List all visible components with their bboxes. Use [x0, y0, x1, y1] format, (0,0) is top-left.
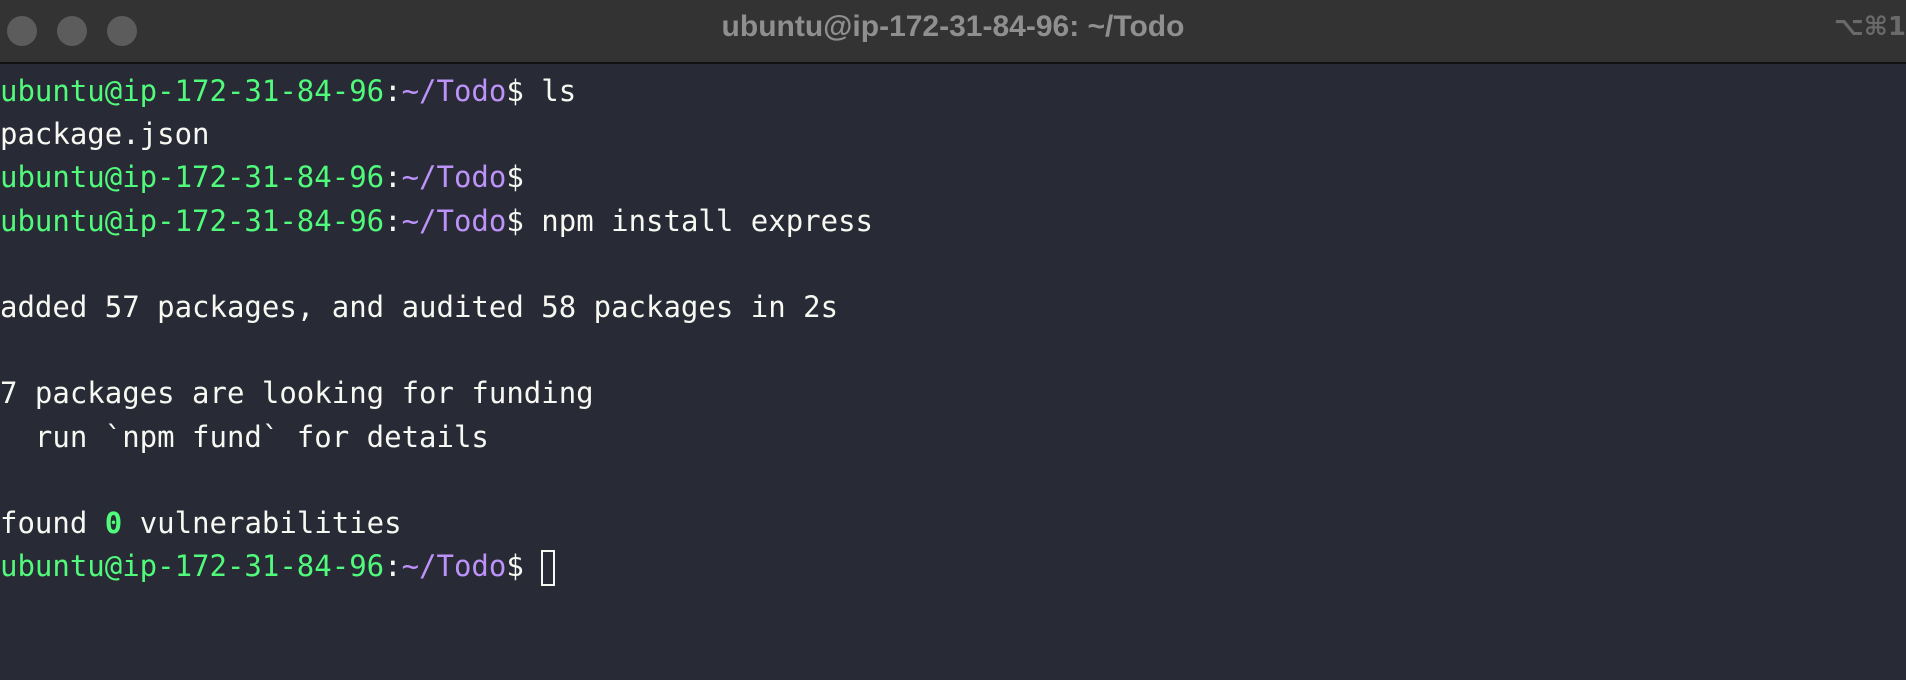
- window-title: ubuntu@ip-172-31-84-96: ~/Todo: [721, 10, 1185, 43]
- prompt-separator: :: [384, 203, 402, 238]
- terminal-line: ubuntu@ip-172-31-84-96:~/Todo$: [0, 545, 1906, 588]
- prompt-symbol: $: [506, 549, 524, 584]
- prompt-separator: :: [384, 549, 402, 584]
- command-text: ls: [523, 74, 577, 108]
- terminal-line: 7 packages are looking for funding: [0, 372, 1906, 415]
- terminal-line: found 0 vulnerabilities: [0, 502, 1906, 545]
- vulnerability-count: 0: [104, 505, 123, 540]
- prompt-separator: :: [384, 74, 402, 108]
- terminal-line: added 57 packages, and audited 58 packag…: [0, 286, 1906, 329]
- prompt-user: ubuntu@ip-172-31-84-96: [0, 549, 385, 584]
- command-text: [524, 549, 541, 583]
- window-shortcut-label: ⌥⌘1: [1833, 12, 1906, 42]
- prompt-user: ubuntu@ip-172-31-84-96: [0, 203, 385, 238]
- prompt-symbol: $: [506, 203, 524, 238]
- prompt-path: ~/Todo: [401, 203, 507, 238]
- command-text: npm install express: [523, 203, 874, 238]
- prompt-symbol: $: [506, 160, 524, 195]
- prompt-path: ~/Todo: [401, 74, 507, 108]
- output-text: found: [0, 505, 105, 540]
- prompt-path: ~/Todo: [401, 160, 507, 195]
- output-text: run `npm fund` for details: [0, 419, 489, 454]
- terminal-line: run `npm fund` for details: [0, 416, 1906, 459]
- output-text: added 57 packages, and audited 58 packag…: [0, 289, 839, 324]
- terminal-line: ubuntu@ip-172-31-84-96:~/Todo$ ls: [0, 70, 1906, 113]
- terminal-line: package.json: [0, 113, 1906, 156]
- terminal-cursor: [541, 550, 556, 587]
- terminal-line: ubuntu@ip-172-31-84-96:~/Todo$: [0, 156, 1906, 199]
- prompt-user: ubuntu@ip-172-31-84-96: [0, 160, 385, 195]
- prompt-user: ubuntu@ip-172-31-84-96: [0, 74, 385, 108]
- title-bar[interactable]: ubuntu@ip-172-31-84-96: ~/Todo ⌥⌘1: [0, 0, 1906, 64]
- output-text: 7 packages are looking for funding: [0, 376, 594, 411]
- terminal-line: ubuntu@ip-172-31-84-96:~/Todo$ npm insta…: [0, 200, 1906, 243]
- terminal-window: ubuntu@ip-172-31-84-96: ~/Todo ⌥⌘1 ubunt…: [0, 0, 1906, 680]
- output-text: vulnerabilities: [122, 505, 402, 540]
- prompt-path: ~/Todo: [401, 549, 507, 584]
- output-text: package.json: [0, 117, 210, 152]
- prompt-symbol: $: [506, 74, 524, 108]
- prompt-separator: :: [384, 160, 402, 195]
- terminal-output[interactable]: ubuntu@ip-172-31-84-96:~/Todo$ ls packag…: [0, 70, 1906, 680]
